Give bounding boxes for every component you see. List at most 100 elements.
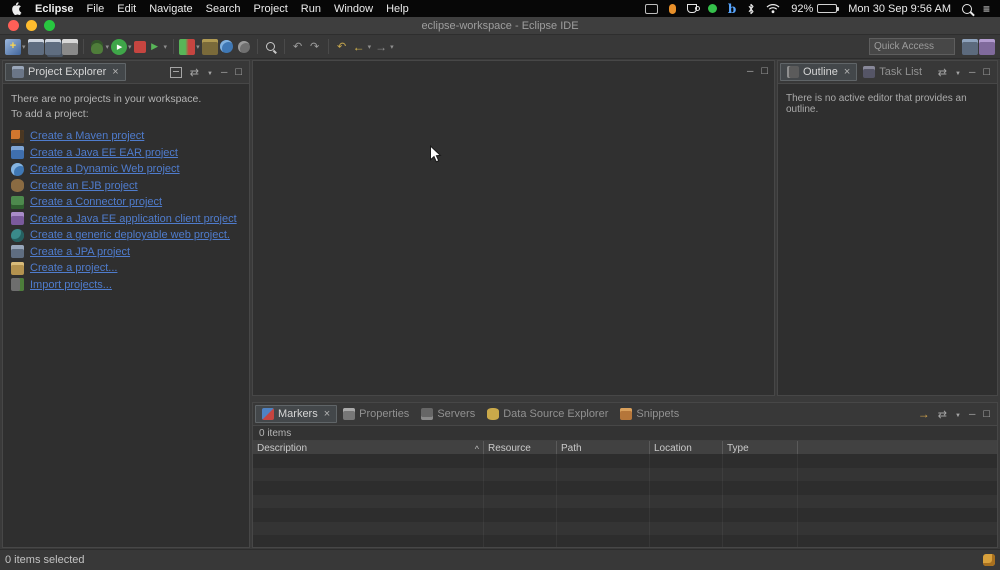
green-status-dot-icon[interactable]	[707, 4, 717, 13]
menubar-clock[interactable]: Mon 30 Sep 9:56 AM	[848, 3, 951, 15]
close-icon[interactable]	[844, 67, 850, 78]
redo-icon[interactable]	[307, 39, 323, 55]
create-ear-project-link[interactable]: Create a Java EE EAR project	[30, 147, 178, 159]
menu-run[interactable]: Run	[301, 3, 321, 15]
bluetooth-icon[interactable]	[747, 2, 755, 15]
new-java-project-icon[interactable]	[201, 38, 218, 55]
create-connector-project-link[interactable]: Create a Connector project	[30, 196, 162, 208]
tab-project-explorer[interactable]: Project Explorer	[5, 63, 126, 81]
maximize-view-icon[interactable]	[983, 66, 990, 78]
link-with-editor-icon[interactable]	[190, 66, 199, 79]
debug-icon[interactable]	[89, 39, 105, 55]
minimize-view-icon[interactable]	[221, 66, 227, 78]
display-icon[interactable]	[644, 3, 658, 14]
close-icon[interactable]	[112, 67, 118, 78]
spotlight-search-icon[interactable]	[961, 3, 972, 14]
generic-project-icon	[11, 261, 24, 275]
notification-icon[interactable]	[983, 554, 995, 566]
new-wizard-dropdown-icon[interactable]	[22, 43, 26, 51]
menu-file[interactable]: File	[87, 3, 105, 15]
menu-search[interactable]: Search	[206, 3, 241, 15]
quick-access-input[interactable]	[869, 38, 955, 55]
go-to-marker-icon[interactable]	[918, 407, 930, 421]
tab-data-source-explorer[interactable]: Data Source Explorer	[481, 406, 614, 422]
tab-markers[interactable]: Markers	[255, 405, 338, 423]
create-app-client-project-link[interactable]: Create a Java EE application client proj…	[30, 213, 237, 225]
markers-table-body[interactable]	[253, 454, 997, 547]
create-dynamic-web-project-link[interactable]: Create a Dynamic Web project	[30, 163, 180, 175]
maximize-view-icon[interactable]	[235, 66, 242, 78]
minimize-view-icon[interactable]	[969, 66, 975, 78]
create-jpa-project-link[interactable]: Create a JPA project	[30, 246, 130, 258]
coverage-icon[interactable]	[179, 38, 196, 55]
run-dropdown-icon[interactable]	[128, 43, 132, 51]
debug-dropdown-icon[interactable]	[106, 43, 110, 51]
menu-project[interactable]: Project	[254, 3, 288, 15]
maximize-view-icon[interactable]	[983, 408, 990, 420]
control-center-icon[interactable]	[983, 2, 990, 15]
menu-navigate[interactable]: Navigate	[149, 3, 192, 15]
tab-outline[interactable]: Outline	[780, 63, 858, 81]
minimize-window-button[interactable]	[26, 20, 37, 31]
apple-menu-icon[interactable]	[10, 1, 22, 15]
tab-snippets[interactable]: Snippets	[614, 406, 685, 422]
close-icon[interactable]	[324, 409, 330, 420]
create-project-link[interactable]: Create a project...	[30, 262, 117, 274]
view-menu-icon[interactable]	[955, 66, 961, 78]
menubar-app-name[interactable]: Eclipse	[35, 3, 74, 15]
b-app-icon[interactable]	[728, 2, 736, 15]
create-ejb-project-link[interactable]: Create an EJB project	[30, 180, 138, 192]
maximize-view-icon[interactable]	[761, 65, 768, 77]
new-web-project-icon[interactable]	[219, 39, 235, 55]
tab-task-list[interactable]: Task List	[857, 64, 928, 80]
coverage-dropdown-icon[interactable]	[196, 43, 200, 51]
filter-icon[interactable]	[938, 408, 947, 421]
stop-icon[interactable]	[133, 40, 146, 53]
zoom-window-button[interactable]	[44, 20, 55, 31]
list-item: Create a Java EE application client proj…	[11, 211, 241, 228]
tab-properties[interactable]: Properties	[337, 406, 415, 422]
search-icon[interactable]	[263, 39, 279, 55]
create-generic-web-project-link[interactable]: Create a generic deployable web project.	[30, 229, 230, 241]
forward-dropdown-icon[interactable]	[390, 43, 394, 51]
editor-area[interactable]	[252, 60, 775, 396]
battery-indicator[interactable]: 92%	[791, 3, 840, 15]
link-with-editor-icon[interactable]	[938, 66, 947, 79]
save-icon[interactable]	[27, 38, 44, 55]
minimize-view-icon[interactable]	[747, 65, 753, 77]
menu-help[interactable]: Help	[386, 3, 409, 15]
print-icon[interactable]	[61, 38, 78, 55]
mic-icon[interactable]	[668, 3, 676, 14]
coffee-cup-icon[interactable]	[686, 4, 700, 13]
window-titlebar[interactable]: eclipse-workspace - Eclipse IDE	[0, 17, 1000, 35]
view-menu-icon[interactable]	[207, 66, 213, 78]
last-edit-location-icon[interactable]	[334, 39, 350, 55]
minimize-view-icon[interactable]	[969, 408, 975, 420]
list-item: Create a project...	[11, 260, 241, 277]
undo-icon[interactable]	[290, 39, 306, 55]
view-menu-icon[interactable]	[955, 408, 961, 420]
data-source-icon	[487, 408, 500, 420]
menu-window[interactable]: Window	[334, 3, 373, 15]
tab-servers[interactable]: Servers	[415, 406, 481, 422]
external-tools-icon[interactable]	[147, 39, 163, 55]
create-maven-project-link[interactable]: Create a Maven project	[30, 130, 144, 142]
wifi-icon[interactable]	[766, 2, 780, 15]
back-dropdown-icon[interactable]	[368, 43, 372, 51]
open-perspective-icon[interactable]	[962, 38, 978, 55]
toolbar-separator	[327, 39, 329, 54]
import-projects-link[interactable]: Import projects...	[30, 279, 112, 291]
back-navigation-icon[interactable]	[351, 39, 367, 55]
collapse-all-icon[interactable]	[169, 66, 182, 78]
java-ee-perspective-icon[interactable]	[979, 38, 995, 55]
list-item: Create a Maven project	[11, 128, 241, 145]
new-servlet-icon[interactable]	[236, 39, 252, 55]
close-window-button[interactable]	[8, 20, 19, 31]
menu-edit[interactable]: Edit	[117, 3, 136, 15]
table-row	[253, 494, 997, 508]
run-icon[interactable]	[111, 38, 128, 55]
external-tools-dropdown-icon[interactable]	[164, 43, 168, 51]
forward-navigation-icon[interactable]	[373, 39, 389, 55]
save-all-icon[interactable]	[44, 38, 61, 55]
new-wizard-icon[interactable]	[5, 38, 21, 55]
